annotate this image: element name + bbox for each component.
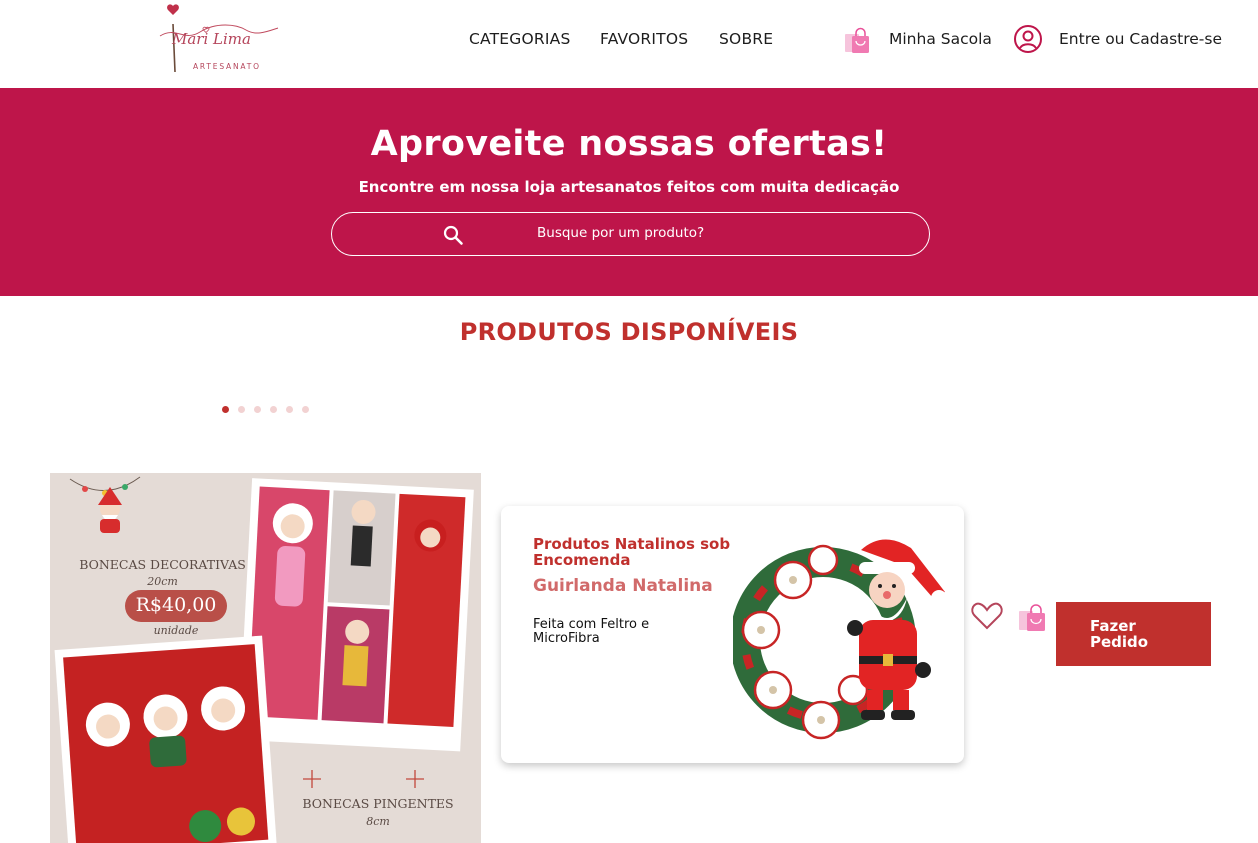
promo-unit: unidade	[153, 624, 199, 637]
nav-favorites[interactable]: FAVORITOS	[600, 30, 688, 48]
search-input[interactable]: Busque por um produto?	[331, 212, 930, 256]
product-card[interactable]: Produtos Natalinos sob Encomenda Guirlan…	[501, 506, 964, 763]
hero-banner: Aproveite nossas ofertas! Encontre em no…	[0, 88, 1258, 296]
section-title: PRODUTOS DISPONÍVEIS	[459, 318, 799, 346]
site-header: Mari Lima ARTESANATO CATEGORIAS FAVORITO…	[0, 0, 1258, 88]
product-category: Produtos Natalinos sob Encomenda	[533, 535, 731, 569]
carousel-dot-1[interactable]	[222, 406, 229, 413]
promo-title-dolls: BONECAS DECORATIVAS	[79, 557, 246, 572]
carousel-dot-6[interactable]	[302, 406, 309, 413]
carousel-dot-4[interactable]	[270, 406, 277, 413]
add-to-bag-icon[interactable]	[1017, 602, 1049, 634]
nav-categories[interactable]: CATEGORIAS	[469, 30, 570, 48]
carousel-dot-3[interactable]	[254, 406, 261, 413]
promo-price: R$40,00	[135, 594, 217, 616]
hero-subtitle: Encontre em nossa loja artesanatos feito…	[358, 178, 900, 196]
carousel-dot-2[interactable]	[238, 406, 245, 413]
my-bag-link[interactable]: Minha Sacola	[889, 30, 992, 48]
promo-size-dolls: 20cm	[147, 575, 178, 588]
nav-about[interactable]: SOBRE	[719, 30, 773, 48]
hero-title: Aproveite nossas ofertas!	[370, 124, 888, 164]
login-register-link[interactable]: Entre ou Cadastre-se	[1059, 30, 1222, 48]
logo-name: Mari Lima	[172, 30, 251, 48]
product-description: Feita com Feltro e MicroFibra	[533, 617, 650, 646]
shopping-bag-icon[interactable]	[842, 25, 872, 55]
promo-title-pendants: BONECAS PINGENTES	[302, 796, 454, 811]
promo-size-pendants: 8cm	[366, 815, 390, 828]
search-icon[interactable]	[442, 224, 464, 246]
promo-illustration	[50, 473, 481, 843]
product-name: Guirlanda Natalina	[533, 576, 713, 596]
promo-banner-image[interactable]: BONECAS DECORATIVAS 20cm R$40,00 unidade…	[50, 473, 481, 843]
favorite-heart-icon[interactable]	[970, 600, 1004, 632]
user-circle-icon[interactable]	[1013, 24, 1043, 54]
logo-subtitle: ARTESANATO	[193, 62, 261, 71]
product-image[interactable]	[733, 520, 949, 752]
carousel-dot-5[interactable]	[286, 406, 293, 413]
order-button[interactable]: Fazer Pedido	[1056, 602, 1211, 666]
search-placeholder: Busque por um produto?	[537, 225, 705, 241]
